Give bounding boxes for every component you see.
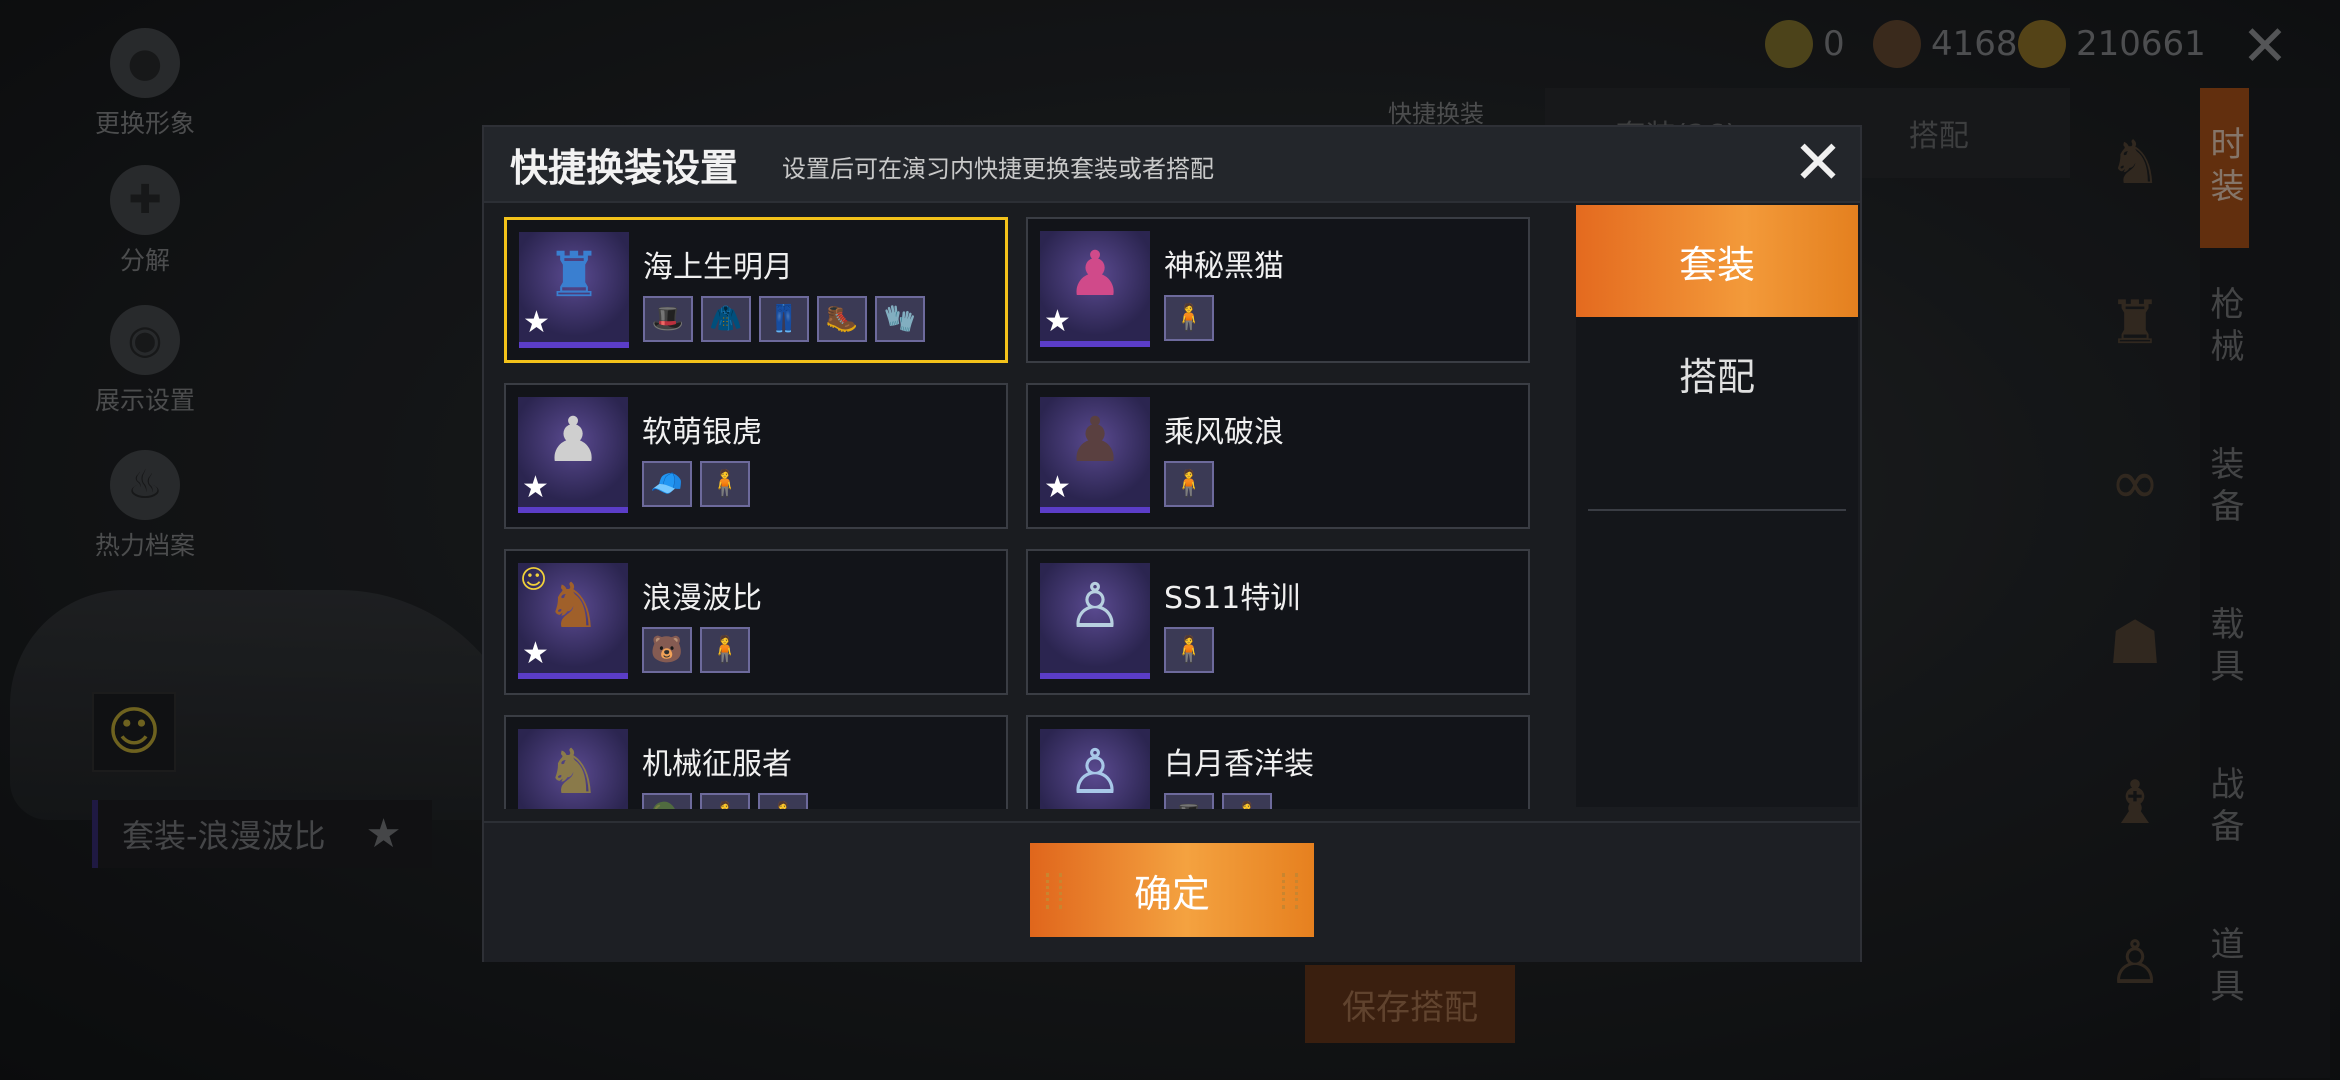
- outfit-thumbnail: ♟ ★: [1040, 397, 1150, 513]
- outfit-thumbnail: ♜ ★: [519, 232, 629, 348]
- item-helmet-icon: 🪖: [642, 793, 692, 809]
- outfit-card-7[interactable]: ♙ 白月香洋装 🎩 🧍: [1026, 715, 1530, 809]
- outfit-card-1[interactable]: ♟ ★ 神秘黑猫 🧍: [1026, 217, 1530, 363]
- item-suit-icon: 🧍: [1164, 461, 1214, 507]
- outfit-thumbnail: ♞: [518, 729, 628, 809]
- category-panel: 套装 搭配: [1576, 205, 1858, 807]
- category-match-button[interactable]: 搭配: [1576, 317, 1858, 429]
- outfit-items: 🎩 🧍: [1164, 793, 1272, 809]
- item-suit-icon: 🧍: [700, 461, 750, 507]
- item-suit-icon: 🧍: [1164, 627, 1214, 673]
- outfit-items: 🧍: [1164, 627, 1214, 673]
- item-pants-icon: 👖: [759, 296, 809, 342]
- dialog-footer: 确定: [484, 821, 1860, 962]
- grip-right-icon: [1282, 873, 1298, 909]
- item-suit-icon: 🧍: [1164, 295, 1214, 341]
- outfit-items: 🧍: [1164, 461, 1214, 507]
- outfit-items: 🧢 🧍: [642, 461, 750, 507]
- item-gloves-icon: 🧤: [875, 296, 925, 342]
- item-suit-icon: 🧍: [700, 793, 750, 809]
- outfit-figure-icon: ♙: [1067, 735, 1123, 808]
- outfit-items: 🎩 🧥 👖 🥾 🧤: [643, 296, 925, 342]
- outfit-figure-icon: ♞: [545, 569, 601, 642]
- dialog-title: 快捷换装设置: [510, 146, 739, 190]
- outfit-thumbnail: ♙: [1040, 729, 1150, 809]
- outfit-thumbnail: ♟ ★: [1040, 231, 1150, 347]
- quick-change-dialog: 快捷换装设置 设置后可在演习内快捷更换套装或者搭配 ✕ ♜ ★ 海上生明月 🎩 …: [482, 125, 1862, 962]
- item-bear-icon: 🐻: [642, 627, 692, 673]
- outfit-name: 机械征服者: [642, 747, 792, 782]
- outfit-card-6[interactable]: ♞ 机械征服者 🪖 🧍 🧍: [504, 715, 1008, 809]
- category-suits-label: 套装: [1678, 242, 1755, 287]
- outfit-items: 🐻 🧍: [642, 627, 750, 673]
- outfit-card-2[interactable]: ♟ ★ 软萌银虎 🧢 🧍: [504, 383, 1008, 529]
- outfit-card-4[interactable]: ☺ ♞ ★ 浪漫波比 🐻 🧍: [504, 549, 1008, 695]
- outfit-items: 🧍: [1164, 295, 1214, 341]
- dialog-header: 快捷换装设置 设置后可在演习内快捷更换套装或者搭配 ✕: [484, 127, 1860, 203]
- outfit-card-0[interactable]: ♜ ★ 海上生明月 🎩 🧥 👖 🥾 🧤: [504, 217, 1008, 363]
- confirm-label: 确定: [1133, 871, 1210, 916]
- item-hat-icon: 🧢: [642, 461, 692, 507]
- outfit-figure-icon: ♙: [1067, 569, 1123, 642]
- dialog-subtitle: 设置后可在演习内快捷更换套装或者搭配: [782, 155, 1214, 183]
- star-icon: ★: [522, 470, 549, 505]
- outfit-thumbnail: ♙: [1040, 563, 1150, 679]
- outfit-thumbnail: ♟ ★: [518, 397, 628, 513]
- item-hat-icon: 🎩: [643, 296, 693, 342]
- item-hat-icon: 🎩: [1164, 793, 1214, 809]
- item-suit-icon: 🧍: [1222, 793, 1272, 809]
- outfit-card-5[interactable]: ♙ SS11特训 🧍: [1026, 549, 1530, 695]
- category-suits-button[interactable]: 套装: [1576, 205, 1858, 317]
- item-boots-icon: 🥾: [817, 296, 867, 342]
- outfit-name: 乘风破浪: [1164, 415, 1284, 450]
- star-icon: ★: [1044, 470, 1071, 505]
- star-icon: ★: [523, 305, 550, 340]
- outfit-name: 浪漫波比: [642, 581, 762, 616]
- outfit-thumbnail: ☺ ♞ ★: [518, 563, 628, 679]
- item-top-icon: 🧥: [701, 296, 751, 342]
- outfit-figure-icon: ♟: [545, 403, 601, 476]
- close-icon[interactable]: ✕: [1784, 129, 1852, 197]
- item-suit-icon: 🧍: [758, 793, 808, 809]
- outfit-name: 神秘黑猫: [1164, 249, 1284, 284]
- outfit-name: 海上生明月: [643, 250, 793, 285]
- category-match-label: 搭配: [1678, 354, 1755, 399]
- outfit-name: 白月香洋装: [1164, 747, 1314, 782]
- outfit-figure-icon: ♞: [545, 735, 601, 808]
- item-suit-icon: 🧍: [700, 627, 750, 673]
- outfit-figure-icon: ♜: [546, 238, 602, 311]
- outfit-items: 🪖 🧍 🧍: [642, 793, 808, 809]
- outfit-name: 软萌银虎: [642, 415, 762, 450]
- outfit-name: SS11特训: [1164, 581, 1301, 616]
- star-icon: ★: [522, 636, 549, 671]
- outfit-card-3[interactable]: ♟ ★ 乘风破浪 🧍: [1026, 383, 1530, 529]
- category-divider: [1588, 509, 1846, 511]
- outfit-figure-icon: ♟: [1067, 237, 1123, 310]
- grip-left-icon: [1046, 873, 1062, 909]
- confirm-button[interactable]: 确定: [1030, 843, 1314, 937]
- outfit-list[interactable]: ♜ ★ 海上生明月 🎩 🧥 👖 🥾 🧤 ♟ ★ 神秘黑猫 🧍 ♟ ★ 软萌银虎 …: [504, 217, 1544, 809]
- outfit-figure-icon: ♟: [1067, 403, 1123, 476]
- star-icon: ★: [1044, 304, 1071, 339]
